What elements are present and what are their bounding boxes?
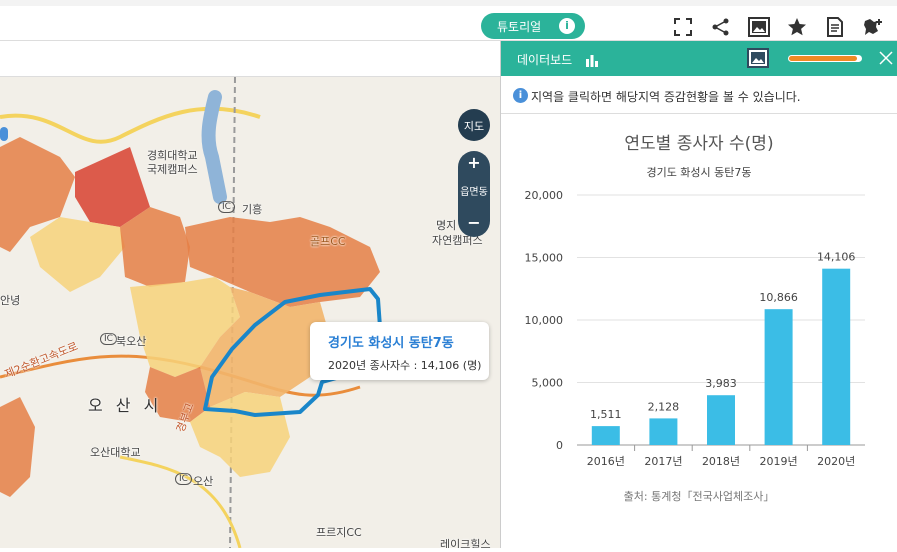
x-tick-label: 2019년	[760, 455, 798, 468]
zoom-control: + 읍면동 −	[458, 151, 490, 237]
zoom-level-label: 읍면동	[460, 187, 488, 198]
panel-info-bar: i 지역을 클릭하면 해당지역 증감현황을 볼 수 있습니다.	[501, 76, 897, 114]
chart-bar	[649, 418, 678, 445]
map-label-ic-giheung-mark: IC	[218, 201, 235, 213]
tooltip-region: 경기도 화성시 동탄7동	[328, 336, 454, 351]
chart-area: 연도별 종사자 수(명) 경기도 화성시 동탄7동 0 5,000 10,000 15,0…	[501, 115, 897, 548]
map-type-button[interactable]: 지도	[458, 109, 490, 141]
map-canvas	[0, 77, 382, 548]
x-tick-label: 2017년	[644, 455, 682, 468]
y-tick-label: 15,000	[525, 252, 564, 265]
chart-bar	[591, 426, 620, 445]
map-label-myongji: 명지	[436, 219, 457, 232]
image-icon[interactable]	[748, 16, 770, 38]
star-icon[interactable]	[786, 16, 808, 38]
x-tick-label: 2018년	[702, 455, 740, 468]
chart-source: 출처: 통계청「전국사업체조사」	[624, 490, 775, 503]
bar-chart-icon	[585, 52, 599, 71]
bar-chart: 연도별 종사자 수(명) 경기도 화성시 동탄7동 0 5,000 10,000 15,0…	[525, 134, 865, 503]
chart-bar	[764, 309, 793, 445]
tooltip-detail: 2020년 종사자수 : 14,106 (명)	[328, 359, 482, 372]
fullscreen-icon[interactable]	[672, 16, 694, 38]
map-label-giheung: 기흥	[242, 203, 263, 216]
y-tick-label: 5,000	[532, 377, 564, 390]
map-label-left-fragment: 안녕	[0, 294, 21, 307]
bar-value-label: 10,866	[759, 291, 798, 304]
map-label-bukosan: 북오산	[116, 335, 147, 348]
map-label-osan-city: 오 산 시	[88, 396, 163, 415]
map-subbar	[0, 41, 500, 77]
panel-info-text: 지역을 클릭하면 해당지역 증감현황을 볼 수 있습니다.	[531, 90, 801, 104]
map-label-osan-ic: 오산	[193, 475, 214, 488]
tutorial-label: 튜토리얼	[497, 19, 542, 34]
info-circle-icon: i	[513, 88, 528, 103]
map-label-golf: 골프CC	[310, 235, 346, 248]
map-label-lake: 레이크힐스	[440, 538, 491, 548]
tutorial-button[interactable]: 튜토리얼 i	[481, 13, 585, 39]
map-label-ic-osan-mark: IC	[175, 473, 192, 485]
panel-progress-bar	[788, 55, 862, 62]
map-label-osan-univ: 오산대학교	[90, 446, 141, 459]
bar-value-label: 14,106	[817, 251, 856, 264]
map-label-campus: 국제캠퍼스	[147, 163, 198, 176]
y-tick-label: 0	[556, 439, 563, 452]
map-label-ic-bukosan-mark: IC	[100, 333, 117, 345]
top-toolbar: 튜토리얼 i	[0, 0, 897, 41]
x-tick-label: 2020년	[817, 455, 855, 468]
data-board-panel: 데이터보드 i 지역을 클릭하면 해당지역 증감현황을 볼 수 있습니다. 연도…	[500, 41, 897, 548]
map-type-label: 지도	[463, 120, 485, 133]
chart-subtitle: 경기도 화성시 동탄7동	[646, 166, 751, 179]
bar-value-label: 3,983	[705, 377, 737, 390]
panel-title: 데이터보드	[517, 53, 573, 67]
share-icon[interactable]	[710, 16, 732, 38]
x-tick-label: 2016년	[587, 455, 625, 468]
map-label-prs: 프르지CC	[316, 526, 362, 539]
map-view[interactable]: 경희대학교 국제캠퍼스 IC 기흥 골프CC 명지 자연캠퍼스 안녕 IC 북오…	[0, 77, 500, 548]
close-icon[interactable]	[879, 50, 893, 69]
panel-header: 데이터보드	[501, 41, 897, 76]
y-tick-label: 10,000	[525, 314, 564, 327]
zoom-in-button[interactable]: +	[458, 151, 490, 175]
region-tooltip: 경기도 화성시 동탄7동 2020년 종사자수 : 14,106 (명)	[310, 322, 489, 380]
panel-image-icon[interactable]	[747, 48, 769, 72]
y-tick-label: 20,000	[525, 189, 564, 202]
chart-bar	[822, 268, 851, 445]
document-icon[interactable]	[824, 16, 846, 38]
add-map-icon[interactable]	[862, 16, 884, 38]
bar-value-label: 1,511	[590, 408, 622, 421]
chart-bar	[707, 395, 735, 445]
panel-progress-fill	[789, 56, 858, 61]
chart-title: 연도별 종사자 수(명)	[624, 134, 773, 154]
zoom-out-button[interactable]: −	[458, 211, 490, 235]
bar-value-label: 2,128	[648, 400, 680, 413]
info-icon: i	[559, 18, 575, 34]
